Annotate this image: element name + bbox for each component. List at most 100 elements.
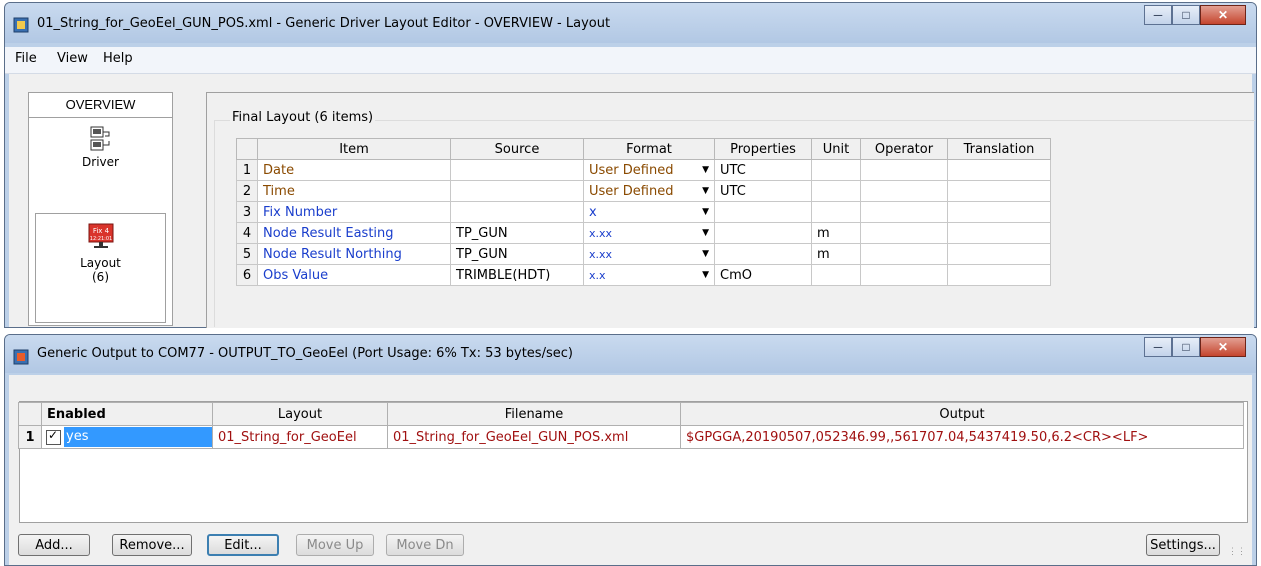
- format-value: x.x: [589, 268, 606, 282]
- item-cell[interactable]: Fix Number: [257, 201, 451, 223]
- table-row[interactable]: 6 Obs Value TRIMBLE(HDT) x.x ▼ CmO: [236, 264, 1051, 286]
- dropdown-arrow-icon[interactable]: ▼: [702, 186, 709, 196]
- unit-cell[interactable]: m: [811, 222, 861, 244]
- table-row[interactable]: 3 Fix Number x ▼: [236, 201, 1051, 223]
- source-cell[interactable]: [450, 201, 584, 223]
- column-header-enabled[interactable]: Enabled: [41, 402, 213, 426]
- item-cell[interactable]: Obs Value: [257, 264, 451, 286]
- app-icon: [13, 349, 29, 365]
- item-cell[interactable]: Node Result Easting: [257, 222, 451, 244]
- menu-help[interactable]: Help: [103, 51, 133, 66]
- format-value: x: [589, 204, 597, 220]
- row-number: 4: [236, 222, 258, 244]
- column-header-source[interactable]: Source: [450, 138, 584, 160]
- column-header-translation[interactable]: Translation: [947, 138, 1051, 160]
- operator-cell[interactable]: [860, 180, 948, 202]
- item-cell[interactable]: Node Result Northing: [257, 243, 451, 265]
- column-header-operator[interactable]: Operator: [860, 138, 948, 160]
- output-cell[interactable]: $GPGGA,20190507,052346.99,,561707.04,543…: [680, 425, 1244, 449]
- item-cell[interactable]: Date: [257, 159, 451, 181]
- unit-cell[interactable]: [811, 180, 861, 202]
- sidebar-item-label: Layout: [80, 256, 121, 270]
- properties-cell[interactable]: UTC: [714, 159, 812, 181]
- sidebar-item-layout[interactable]: Fix 4 12:21:01 Layout (6): [35, 213, 166, 323]
- table-row[interactable]: 5 Node Result Northing TP_GUN x.xx ▼ m: [236, 243, 1051, 265]
- close-button[interactable]: ✕: [1200, 5, 1246, 25]
- enabled-checkbox[interactable]: ✓: [46, 428, 61, 445]
- sidebar-item-driver[interactable]: Driver: [35, 123, 166, 183]
- unit-cell[interactable]: [811, 159, 861, 181]
- format-dropdown[interactable]: x.xx ▼: [583, 222, 715, 244]
- title-bar[interactable]: Generic Output to COM77 - OUTPUT_TO_GeoE…: [5, 335, 1256, 373]
- item-cell[interactable]: Time: [257, 180, 451, 202]
- source-cell[interactable]: TP_GUN: [450, 243, 584, 265]
- close-button[interactable]: ✕: [1200, 337, 1246, 357]
- settings-button[interactable]: Settings...: [1146, 534, 1220, 556]
- filename-cell[interactable]: 01_String_for_GeoEel_GUN_POS.xml: [387, 425, 681, 449]
- format-dropdown[interactable]: x.xx ▼: [583, 243, 715, 265]
- unit-cell[interactable]: [811, 201, 861, 223]
- translation-cell[interactable]: [947, 243, 1051, 265]
- source-cell[interactable]: [450, 159, 584, 181]
- add-button[interactable]: Add...: [18, 534, 90, 556]
- operator-cell[interactable]: [860, 159, 948, 181]
- operator-cell[interactable]: [860, 243, 948, 265]
- move-up-button[interactable]: Move Up: [296, 534, 374, 556]
- operator-cell[interactable]: [860, 264, 948, 286]
- corner-cell: [18, 402, 42, 426]
- menu-view[interactable]: View: [57, 51, 88, 66]
- column-header-properties[interactable]: Properties: [714, 138, 812, 160]
- properties-cell[interactable]: [714, 201, 812, 223]
- resize-grip-icon[interactable]: ⋮⋮: [1228, 546, 1246, 557]
- dropdown-arrow-icon[interactable]: ▼: [702, 165, 709, 175]
- source-cell[interactable]: [450, 180, 584, 202]
- source-cell[interactable]: TRIMBLE(HDT): [450, 264, 584, 286]
- properties-cell[interactable]: [714, 243, 812, 265]
- format-dropdown[interactable]: x.x ▼: [583, 264, 715, 286]
- move-dn-button[interactable]: Move Dn: [386, 534, 464, 556]
- format-dropdown[interactable]: User Defined ▼: [583, 180, 715, 202]
- translation-cell[interactable]: [947, 222, 1051, 244]
- format-dropdown[interactable]: User Defined ▼: [583, 159, 715, 181]
- column-header-item[interactable]: Item: [257, 138, 451, 160]
- translation-cell[interactable]: [947, 201, 1051, 223]
- layout-cell[interactable]: 01_String_for_GeoEel: [212, 425, 388, 449]
- unit-cell[interactable]: [811, 264, 861, 286]
- unit-cell[interactable]: m: [811, 243, 861, 265]
- format-dropdown[interactable]: x ▼: [583, 201, 715, 223]
- source-cell[interactable]: TP_GUN: [450, 222, 584, 244]
- maximize-button[interactable]: □: [1172, 337, 1200, 357]
- edit-button[interactable]: Edit...: [207, 534, 279, 556]
- column-header-layout[interactable]: Layout: [212, 402, 388, 426]
- window-title: 01_String_for_GeoEel_GUN_POS.xml - Gener…: [37, 16, 611, 31]
- operator-cell[interactable]: [860, 201, 948, 223]
- table-row[interactable]: 2 Time User Defined ▼ UTC: [236, 180, 1051, 202]
- enabled-cell[interactable]: ✓ yes: [41, 425, 213, 449]
- column-header-output[interactable]: Output: [680, 402, 1244, 426]
- table-row[interactable]: 1 Date User Defined ▼ UTC: [236, 159, 1051, 181]
- maximize-button[interactable]: □: [1172, 5, 1200, 25]
- minimize-button[interactable]: ─: [1144, 337, 1172, 357]
- remove-button[interactable]: Remove...: [112, 534, 192, 556]
- dropdown-arrow-icon[interactable]: ▼: [702, 207, 709, 217]
- translation-cell[interactable]: [947, 180, 1051, 202]
- column-header-unit[interactable]: Unit: [811, 138, 861, 160]
- translation-cell[interactable]: [947, 159, 1051, 181]
- properties-cell[interactable]: UTC: [714, 180, 812, 202]
- dropdown-arrow-icon[interactable]: ▼: [702, 249, 709, 259]
- dropdown-arrow-icon[interactable]: ▼: [702, 228, 709, 238]
- column-header-format[interactable]: Format: [583, 138, 715, 160]
- menu-bar: File View Help: [5, 47, 1256, 74]
- menu-file[interactable]: File: [15, 51, 37, 66]
- column-header-filename[interactable]: Filename: [387, 402, 681, 426]
- title-bar[interactable]: 01_String_for_GeoEel_GUN_POS.xml - Gener…: [5, 3, 1256, 43]
- table-row[interactable]: 4 Node Result Easting TP_GUN x.xx ▼ m: [236, 222, 1051, 244]
- minimize-button[interactable]: ─: [1144, 5, 1172, 25]
- table-row[interactable]: 1 ✓ yes 01_String_for_GeoEel 01_String_f…: [18, 425, 1244, 449]
- output-table: Enabled Layout Filename Output 1 ✓ yes 0…: [18, 402, 1244, 449]
- properties-cell[interactable]: CmO: [714, 264, 812, 286]
- translation-cell[interactable]: [947, 264, 1051, 286]
- operator-cell[interactable]: [860, 222, 948, 244]
- dropdown-arrow-icon[interactable]: ▼: [702, 270, 709, 280]
- properties-cell[interactable]: [714, 222, 812, 244]
